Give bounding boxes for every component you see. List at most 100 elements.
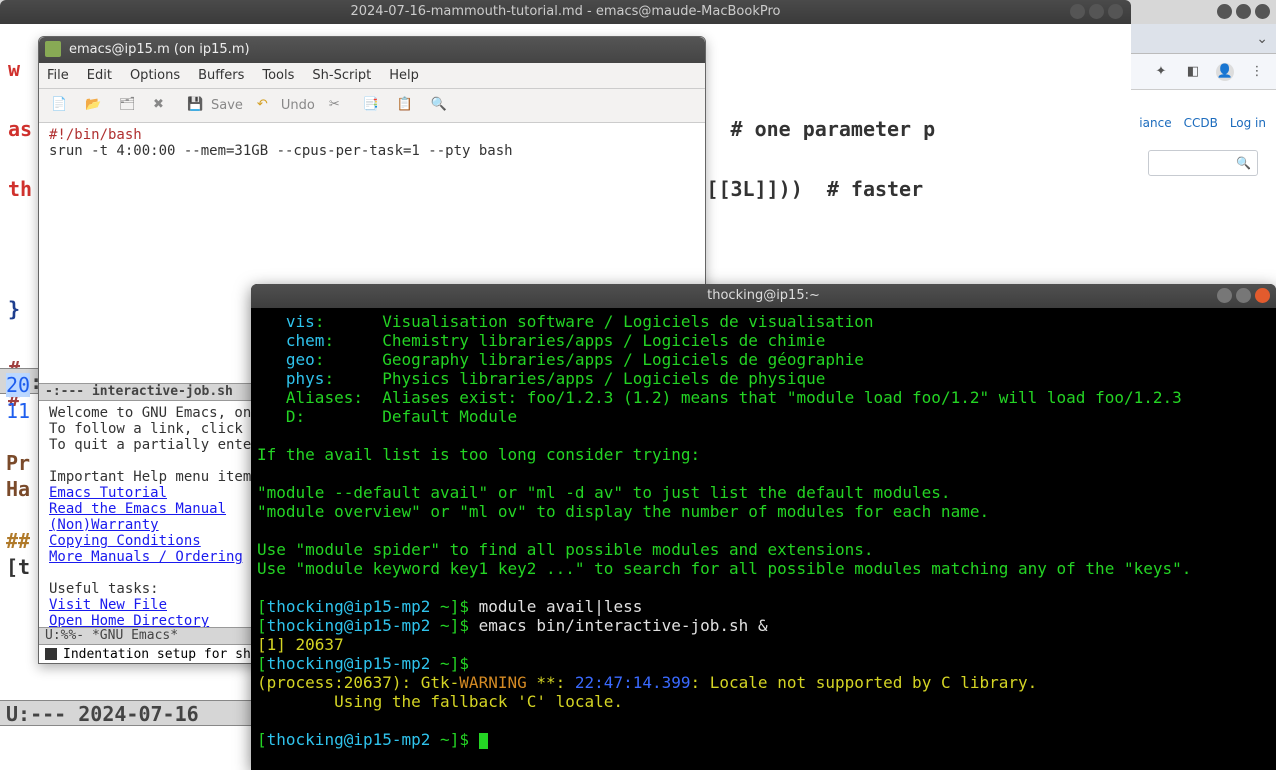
close-icon[interactable]	[1255, 288, 1270, 303]
minibuffer-text: Indentation setup for sh	[63, 647, 251, 662]
link-login[interactable]: Log in	[1230, 116, 1266, 130]
cat: chem	[286, 331, 325, 350]
minimize-icon[interactable]	[1217, 288, 1232, 303]
menu-tools[interactable]: Tools	[262, 68, 294, 83]
tool-cut[interactable]: ✂	[329, 97, 349, 115]
warn: : Locale not supported by C library.	[691, 673, 1038, 692]
link-open[interactable]: Open Home Directory	[49, 613, 209, 627]
warn: 22:47:14.399	[575, 673, 691, 692]
num: 20	[6, 373, 30, 397]
menu-buffers[interactable]: Buffers	[198, 68, 244, 83]
close-icon[interactable]	[1255, 4, 1270, 19]
tool-search[interactable]: 🔍	[431, 97, 451, 115]
num: 11	[6, 399, 30, 423]
link-manual[interactable]: Read the Emacs Manual	[49, 501, 226, 517]
code-frag: }	[8, 297, 20, 321]
txt: ##	[6, 529, 30, 553]
minimize-icon[interactable]	[1070, 4, 1085, 19]
maximize-icon[interactable]	[1236, 288, 1251, 303]
cat: phys	[286, 369, 325, 388]
tool-dir[interactable]: 🗂	[119, 97, 139, 115]
menu-options[interactable]: Options	[130, 68, 180, 83]
emacs2-titlebar[interactable]: emacs@ip15.m (on ip15.m)	[39, 37, 705, 63]
warn: WARNING	[459, 673, 526, 692]
txt: To follow a link, click	[49, 421, 243, 437]
desc: Chemistry libraries/apps / Logiciels de …	[382, 331, 825, 350]
modeline-text: -:--- interactive-job.sh	[45, 384, 233, 400]
txt: Welcome to GNU Emacs, on	[49, 405, 251, 421]
warn: Using the fallback 'C' locale.	[257, 692, 623, 711]
link-more[interactable]: More Manuals / Ordering	[49, 549, 243, 565]
terminal-cursor	[479, 733, 488, 749]
tool-undo[interactable]: ↶Undo	[257, 97, 315, 115]
emacs2-menubar: File Edit Options Buffers Tools Sh-Scrip…	[39, 63, 705, 89]
srun-line: srun -t 4:00:00 --mem=31GB --cpus-per-ta…	[49, 143, 513, 159]
prompt-user: thocking@ip15-mp2	[267, 597, 431, 616]
tool-copy[interactable]: 📑	[363, 97, 383, 115]
folder-icon: 🗂	[119, 97, 139, 115]
save-icon: 💾	[187, 97, 207, 115]
line: "module --default avail" or "ml -d av" t…	[257, 483, 951, 502]
link-iance[interactable]: iance	[1139, 116, 1171, 130]
terminal-title: thocking@ip15:~	[707, 288, 820, 303]
menu-shscript[interactable]: Sh-Script	[312, 68, 371, 83]
browser-toolbar: ✦ ◧ 👤 ⋮	[1131, 54, 1276, 90]
terminal-body[interactable]: vis: Visualisation software / Logiciels …	[251, 308, 1276, 753]
line: Use "module spider" to find all possible…	[257, 540, 874, 559]
line: D: Default Module	[286, 407, 517, 426]
minimize-icon[interactable]	[1217, 4, 1232, 19]
search-icon: 🔍	[1236, 156, 1251, 170]
link-ccdb[interactable]: CCDB	[1184, 116, 1218, 130]
checkbox-icon	[45, 648, 57, 660]
label: Save	[211, 98, 243, 113]
maximize-icon[interactable]	[1089, 4, 1104, 19]
warn: (process:20637): Gtk-	[257, 673, 459, 692]
link-warranty[interactable]: (Non)Warranty	[49, 517, 159, 533]
prompt-user: thocking@ip15-mp2	[267, 654, 431, 673]
sidepanel-icon[interactable]: ◧	[1184, 63, 1202, 81]
tool-new[interactable]: 📄	[51, 97, 71, 115]
label: Undo	[281, 98, 315, 113]
wiki-search-box[interactable]: 🔍	[1148, 150, 1258, 176]
tool-open[interactable]: 📂	[85, 97, 105, 115]
wiki-top-links: iance CCDB Log in	[1139, 116, 1266, 130]
close-x-icon: ✖	[153, 97, 173, 115]
line: Aliases: Aliases exist: foo/1.2.3 (1.2) …	[286, 388, 1182, 407]
menu-edit[interactable]: Edit	[87, 68, 112, 83]
job: [1] 20637	[257, 635, 344, 654]
prompt-path: ~	[440, 654, 450, 673]
desc: Physics libraries/apps / Logiciels de ph…	[382, 369, 825, 388]
emacs2-title: emacs@ip15.m (on ip15.m)	[69, 37, 250, 63]
prompt-user: thocking@ip15-mp2	[267, 730, 431, 749]
line: Use "module keyword key1 key2 ..." to se…	[257, 559, 1191, 578]
profile-icon[interactable]: 👤	[1216, 63, 1234, 81]
bg-left-frag: 20 11 Pr Ha ## [t	[6, 372, 30, 580]
code-frag: th	[8, 177, 32, 201]
link-tutorial[interactable]: Emacs Tutorial	[49, 485, 167, 501]
emacs2-toolbar: 📄 📂 🗂 ✖ 💾 Save ↶Undo ✂ 📑 📋 🔍	[39, 89, 705, 123]
terminal-titlebar[interactable]: thocking@ip15:~	[251, 284, 1276, 308]
menu-file[interactable]: File	[47, 68, 69, 83]
link-copying[interactable]: Copying Conditions	[49, 533, 201, 549]
cmd: module avail|less	[479, 597, 643, 616]
extensions-icon[interactable]: ✦	[1152, 63, 1170, 81]
prompt-path: ~	[440, 597, 450, 616]
menu-help[interactable]: Help	[389, 68, 419, 83]
warn: **:	[527, 673, 575, 692]
kebab-menu-icon[interactable]: ⋮	[1248, 63, 1266, 81]
outer-window-controls	[1217, 4, 1270, 19]
tool-kill[interactable]: ✖	[153, 97, 173, 115]
code-frag: w	[8, 57, 20, 81]
tool-paste[interactable]: 📋	[397, 97, 417, 115]
browser-tabstrip: ⌄	[1131, 24, 1276, 54]
chevron-down-icon[interactable]: ⌄	[1256, 31, 1268, 47]
modeline-text: U:%%- *GNU Emacs*	[45, 628, 178, 644]
txt: Important Help menu item	[49, 469, 251, 485]
close-icon[interactable]	[1108, 4, 1123, 19]
cat: vis	[286, 312, 315, 331]
cat: geo	[286, 350, 315, 369]
maximize-icon[interactable]	[1236, 4, 1251, 19]
code-frag: as	[8, 117, 32, 141]
tool-save[interactable]: 💾 Save	[187, 97, 243, 115]
link-visit[interactable]: Visit New File	[49, 597, 167, 613]
